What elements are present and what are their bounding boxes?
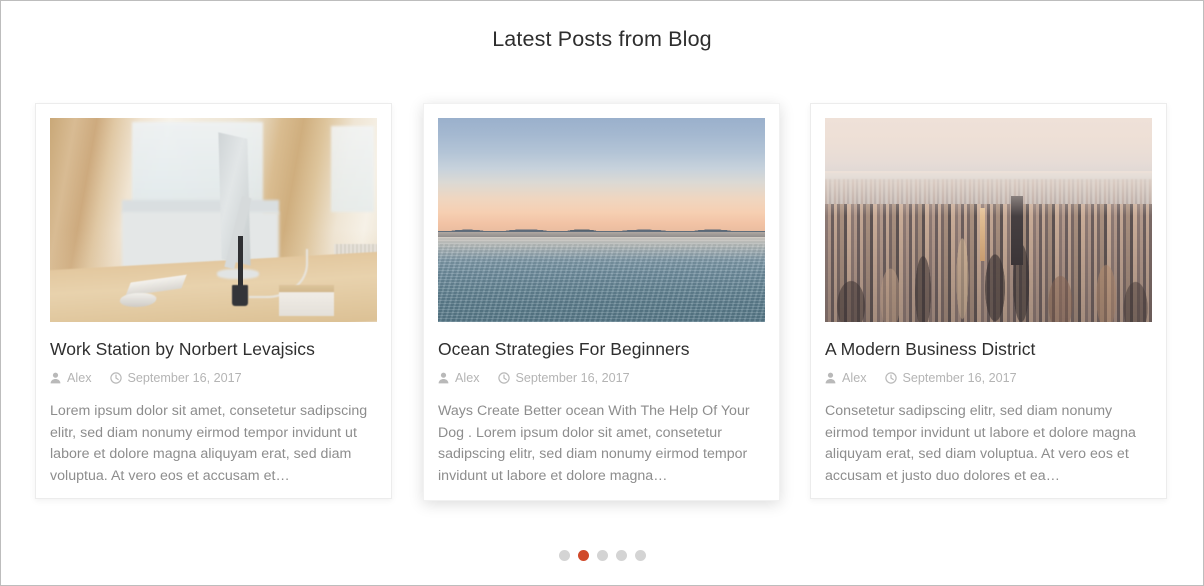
post-excerpt: Consetetur sadipscing elitr, sed diam no… [825, 403, 1136, 484]
post-author-name: Alex [455, 371, 480, 385]
clock-icon [497, 372, 510, 384]
carousel-dot-3[interactable] [596, 550, 608, 561]
carousel-dot-4[interactable] [615, 550, 627, 561]
blog-carousel-page: Latest Posts from Blog Work Station by N… [0, 0, 1204, 586]
post-thumbnail[interactable] [825, 118, 1152, 322]
post-meta: Alex September 16, 2017 [438, 370, 765, 386]
clock-icon [884, 372, 897, 384]
post-excerpt: Ways Create Better ocean With The Help O… [438, 403, 750, 484]
post-thumbnail[interactable] [438, 118, 765, 322]
post-body: Ocean Strategies For Beginners Alex Sept… [424, 322, 779, 487]
user-icon [50, 372, 61, 384]
carousel-dot-2[interactable] [577, 550, 589, 561]
workstation-photo [50, 118, 377, 322]
user-icon [825, 372, 836, 384]
post-excerpt: Lorem ipsum dolor sit amet, consetetur s… [50, 403, 368, 484]
clock-icon [109, 372, 122, 384]
post-title[interactable]: Work Station by Norbert Levajsics [50, 338, 377, 361]
city-skyline-photo [825, 118, 1152, 322]
post-author-name: Alex [842, 371, 867, 385]
post-body: A Modern Business District Alex Septembe… [811, 322, 1166, 487]
post-card[interactable]: Work Station by Norbert Levajsics Alex S… [35, 103, 392, 499]
post-date: September 16, 2017 [884, 370, 1017, 386]
post-thumbnail[interactable] [50, 118, 377, 322]
carousel-pagination[interactable] [1, 550, 1203, 561]
post-date-text: September 16, 2017 [515, 371, 630, 385]
post-card[interactable]: A Modern Business District Alex Septembe… [810, 103, 1167, 499]
post-title[interactable]: Ocean Strategies For Beginners [438, 338, 765, 361]
carousel-dot-5[interactable] [634, 550, 646, 561]
post-title[interactable]: A Modern Business District [825, 338, 1152, 361]
post-author: Alex [825, 370, 867, 386]
ocean-sunset-photo [438, 118, 765, 322]
post-date-text: September 16, 2017 [902, 371, 1017, 385]
post-author: Alex [50, 370, 92, 386]
post-author: Alex [438, 370, 480, 386]
page-title: Latest Posts from Blog [492, 27, 712, 51]
carousel-dot-1[interactable] [558, 550, 570, 561]
post-author-name: Alex [67, 371, 92, 385]
posts-carousel: Work Station by Norbert Levajsics Alex S… [1, 103, 1203, 513]
post-date-text: September 16, 2017 [127, 371, 242, 385]
post-date: September 16, 2017 [109, 370, 242, 386]
post-card[interactable]: Ocean Strategies For Beginners Alex Sept… [423, 103, 780, 501]
post-body: Work Station by Norbert Levajsics Alex S… [36, 322, 391, 487]
user-icon [438, 372, 449, 384]
post-meta: Alex September 16, 2017 [50, 370, 377, 386]
post-date: September 16, 2017 [497, 370, 630, 386]
post-meta: Alex September 16, 2017 [825, 370, 1152, 386]
